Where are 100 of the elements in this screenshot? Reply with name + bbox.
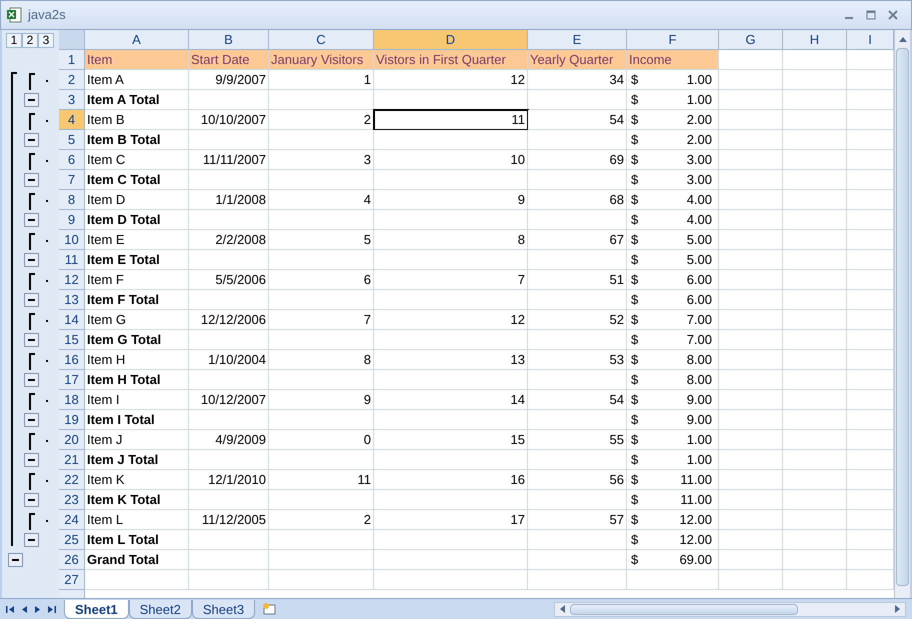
table-cell: 11	[269, 470, 374, 490]
row-number[interactable]: 8	[59, 190, 85, 210]
row-number[interactable]: 16	[59, 350, 85, 370]
row-number[interactable]: 21	[59, 450, 85, 470]
table-cell: Item K Total	[85, 490, 189, 510]
amount-text: 12.00	[679, 530, 713, 549]
table-cell: 8	[374, 230, 528, 250]
table-cell: 15	[374, 430, 528, 450]
row-number[interactable]: 13	[59, 290, 85, 310]
table-cell: 11/12/2005	[189, 510, 269, 530]
currency-symbol: $	[631, 390, 638, 409]
table-cell: Item G Total	[85, 330, 189, 350]
row-number[interactable]: 10	[59, 230, 85, 250]
outline-level-button[interactable]: 2	[22, 32, 38, 48]
column-header[interactable]: H	[783, 30, 847, 50]
currency-symbol: $	[631, 310, 638, 329]
table-cell: Item B Total	[85, 130, 189, 150]
column-header[interactable]: E	[528, 30, 627, 50]
column-header[interactable]: B	[189, 30, 269, 50]
header-cell: January Visitors	[269, 50, 374, 70]
table-cell: 54	[528, 390, 627, 410]
amount-text: 7.00	[686, 310, 713, 329]
table-cell: 12/12/2006	[189, 310, 269, 330]
sheet-tab[interactable]: Sheet2	[128, 600, 192, 619]
amount-text: 11.00	[680, 490, 713, 509]
row-number[interactable]: 1	[59, 50, 85, 70]
table-cell: 1	[269, 70, 374, 90]
outline-level-button[interactable]: 3	[38, 32, 54, 48]
currency-symbol: $	[631, 170, 638, 189]
table-cell: Item F Total	[85, 290, 189, 310]
sheet-tab[interactable]: Sheet3	[192, 600, 256, 619]
table-cell: 11/11/2007	[189, 150, 269, 170]
row-number[interactable]: 9	[59, 210, 85, 230]
table-cell: Item K	[85, 470, 189, 490]
row-number[interactable]: 2	[59, 70, 85, 90]
table-cell: 9/9/2007	[189, 70, 269, 90]
table-cell: 55	[528, 430, 627, 450]
row-number[interactable]: 18	[59, 390, 85, 410]
table-cell: 10/12/2007	[189, 390, 269, 410]
row-number[interactable]: 14	[59, 310, 85, 330]
row-number[interactable]: 23	[59, 490, 85, 510]
column-header[interactable]: G	[719, 30, 783, 50]
table-cell: Item D Total	[85, 210, 189, 230]
table-cell: 6	[269, 270, 374, 290]
sheet-tab[interactable]: Sheet1	[64, 600, 129, 619]
table-cell: 16	[374, 470, 528, 490]
table-cell: 2/2/2008	[189, 230, 269, 250]
table-cell: Item C	[85, 150, 189, 170]
column-header[interactable]: I	[847, 30, 894, 50]
currency-symbol: $	[631, 350, 638, 369]
column-header[interactable]: D	[374, 30, 528, 50]
table-cell: Item G	[85, 310, 189, 330]
row-number[interactable]: 5	[59, 130, 85, 150]
amount-text: 9.00	[686, 410, 713, 429]
row-number[interactable]: 6	[59, 150, 85, 170]
table-cell: 17	[374, 510, 528, 530]
row-number[interactable]: 20	[59, 430, 85, 450]
table-cell: 68	[528, 190, 627, 210]
outline-level-button[interactable]: 1	[6, 32, 22, 48]
currency-symbol: $	[631, 190, 638, 209]
row-number[interactable]: 22	[59, 470, 85, 490]
row-number[interactable]: 19	[59, 410, 85, 430]
row-number[interactable]: 26	[59, 550, 85, 570]
row-number[interactable]: 3	[59, 90, 85, 110]
table-cell: 10/10/2007	[189, 110, 269, 130]
row-number[interactable]: 17	[59, 370, 85, 390]
table-cell: 69	[528, 150, 627, 170]
row-number[interactable]: 27	[59, 570, 85, 590]
currency-symbol: $	[631, 550, 638, 569]
row-number[interactable]: 15	[59, 330, 85, 350]
table-cell: 8	[269, 350, 374, 370]
row-number[interactable]: 4	[59, 110, 85, 130]
table-cell: 11	[374, 110, 528, 130]
table-cell: 9	[269, 390, 374, 410]
table-cell: 51	[528, 270, 627, 290]
column-header[interactable]: C	[269, 30, 374, 50]
table-cell: 5/5/2006	[189, 270, 269, 290]
row-number[interactable]: 25	[59, 530, 85, 550]
table-cell: Item A	[85, 70, 189, 90]
table-cell: Item H	[85, 350, 189, 370]
column-header[interactable]: A	[85, 30, 189, 50]
table-cell: Item E Total	[85, 250, 189, 270]
table-cell: 5	[269, 230, 374, 250]
table-cell: 9	[374, 190, 528, 210]
table-cell: Item I Total	[85, 410, 189, 430]
currency-symbol: $	[631, 450, 638, 469]
table-cell: Item C Total	[85, 170, 189, 190]
row-number[interactable]: 7	[59, 170, 85, 190]
row-number[interactable]: 12	[59, 270, 85, 290]
table-cell: 53	[528, 350, 627, 370]
amount-text: 7.00	[686, 330, 713, 349]
currency-symbol: $	[631, 130, 638, 149]
header-cell: Item	[85, 50, 189, 70]
amount-text: 8.00	[686, 350, 713, 369]
row-number[interactable]: 24	[59, 510, 85, 530]
column-header[interactable]: F	[627, 30, 719, 50]
table-cell: 52	[528, 310, 627, 330]
currency-symbol: $	[631, 90, 638, 109]
row-number[interactable]: 11	[59, 250, 85, 270]
currency-symbol: $	[631, 430, 638, 449]
